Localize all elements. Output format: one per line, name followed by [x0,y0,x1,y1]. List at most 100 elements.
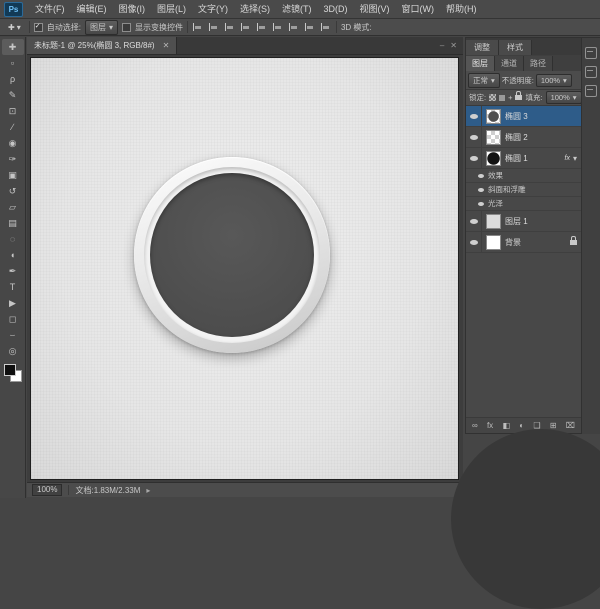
menu-type[interactable]: 文字(Y) [192,0,234,18]
blend-mode-dropdown[interactable]: 正常 ▾ [468,73,500,88]
layer-thumbnail[interactable] [486,235,501,250]
layer-style-icon[interactable]: fx [487,421,493,430]
move-tool[interactable]: ✚ [2,39,24,55]
lock-position-icon[interactable]: + [508,93,512,102]
align-vertical-centers-icon[interactable] [209,22,219,32]
menu-file[interactable]: 文件(F) [29,0,71,18]
tab-channels[interactable]: 通道 [495,56,524,71]
gradient-tool[interactable]: ▤ [2,215,24,231]
lock-all-icon[interactable] [515,95,522,100]
close-icon[interactable]: ✕ [163,41,170,50]
layer-thumbnail[interactable] [486,214,501,229]
layer-thumbnail[interactable] [486,130,501,145]
align-left-edges-icon[interactable] [241,22,251,32]
collapse-effects-icon[interactable]: ▾ [573,154,577,163]
pen-tool[interactable]: ✒ [2,263,24,279]
lock-pixels-icon[interactable] [499,95,505,101]
auto-select-label: 自动选择: [47,22,81,33]
layer-thumbnail[interactable] [486,151,501,166]
document-size-info: 文档:1.83M/2.33M [75,485,140,496]
delete-layer-icon[interactable]: ⌧ [566,421,575,430]
menu-window[interactable]: 窗口(W) [396,0,441,18]
menu-help[interactable]: 帮助(H) [440,0,483,18]
layer-row-layer-1[interactable]: 图层 1 [466,211,581,232]
fill-field[interactable]: 100% ▾ [546,91,581,104]
align-bottom-edges-icon[interactable] [225,22,235,32]
visibility-toggle[interactable] [466,169,488,182]
menu-select[interactable]: 选择(S) [234,0,276,18]
layer-row-ellipse-2[interactable]: 椭圆 2 [466,127,581,148]
tool-preset-picker[interactable]: ✚ ▾ [4,23,25,32]
canvas[interactable] [30,57,459,480]
horizontal-type-tool[interactable]: T [2,279,24,295]
align-right-edges-icon[interactable] [273,22,283,32]
zoom-level-field[interactable]: 100% [32,484,62,496]
layer-effects-fx-icon[interactable]: fx [565,155,570,162]
layer-row-ellipse-1[interactable]: 椭圆 1 fx ▾ [466,148,581,169]
spot-healing-brush-tool[interactable]: ◉ [2,135,24,151]
rectangle-shape-tool[interactable]: ◻ [2,311,24,327]
visibility-toggle[interactable] [466,106,482,126]
link-layers-icon[interactable]: ∞ [472,421,478,430]
doc-minimize-icon[interactable]: – [440,41,444,50]
align-horizontal-centers-icon[interactable] [257,22,267,32]
path-selection-tool[interactable]: ▶ [2,295,24,311]
show-transform-checkbox[interactable] [122,23,131,32]
hand-tool[interactable]: ⌣ [2,327,24,343]
menu-filter[interactable]: 滤镜(T) [276,0,318,18]
menu-view[interactable]: 视图(V) [354,0,396,18]
lasso-tool[interactable]: ρ [2,71,24,87]
clone-stamp-tool[interactable]: ▣ [2,167,24,183]
info-panel-icon[interactable] [585,85,597,97]
layer-row-background[interactable]: 背景 [466,232,581,253]
visibility-toggle[interactable] [466,127,482,147]
align-top-edges-icon[interactable] [193,22,203,32]
distribute-top-icon[interactable] [289,22,299,32]
document-tab[interactable]: 未标题-1 @ 25%(椭圆 3, RGB/8#) ✕ [27,37,177,54]
menu-layer[interactable]: 图层(L) [151,0,192,18]
effects-header-row[interactable]: 效果 [466,169,581,183]
opacity-field[interactable]: 100% ▾ [536,74,572,87]
blur-tool[interactable]: ◌ [2,231,24,247]
brush-tool[interactable]: ✑ [2,151,24,167]
visibility-toggle[interactable] [466,232,482,252]
color-swatches[interactable] [2,362,24,384]
opacity-label: 不透明度: [502,75,534,86]
visibility-toggle[interactable] [466,197,488,210]
visibility-toggle[interactable] [466,183,488,196]
distribute-center-icon[interactable] [305,22,315,32]
visibility-toggle[interactable] [466,211,482,231]
zoom-tool[interactable]: ◎ [2,343,24,359]
crop-tool[interactable]: ⊡ [2,103,24,119]
quick-selection-tool[interactable]: ✎ [2,87,24,103]
lock-transparency-icon[interactable] [489,94,496,101]
history-brush-tool[interactable]: ↺ [2,183,24,199]
layer-thumbnail[interactable] [486,109,501,124]
menu-edit[interactable]: 编辑(E) [71,0,113,18]
layer-mask-icon[interactable]: ◧ [502,421,510,430]
corner-dark-circle [451,429,600,609]
effect-row-bevel-emboss[interactable]: 斜面和浮雕 [466,183,581,197]
eyedropper-tool[interactable]: ∕ [2,119,24,135]
doc-close-icon[interactable]: ✕ [450,41,457,50]
auto-select-target-dropdown[interactable]: 图层 ▾ [85,20,118,35]
tab-layers[interactable]: 图层 [466,56,495,71]
distribute-bottom-icon[interactable] [321,22,331,32]
layer-row-ellipse-3[interactable]: 椭圆 3 [466,106,581,127]
dodge-tool[interactable]: ◖ [2,247,24,263]
properties-panel-icon[interactable] [585,66,597,78]
tab-paths[interactable]: 路径 [524,56,553,71]
effect-row-satin[interactable]: 光泽 [466,197,581,211]
history-panel-icon[interactable] [585,47,597,59]
rectangular-marquee-tool[interactable]: ▫ [2,55,24,71]
foreground-color-swatch[interactable] [4,364,16,376]
adjustment-layer-icon[interactable]: ◐ [519,421,524,430]
visibility-toggle[interactable] [466,148,482,168]
auto-select-checkbox[interactable] [34,23,43,32]
tab-adjustments[interactable]: 调整 [466,40,499,55]
eraser-tool[interactable]: ▱ [2,199,24,215]
menu-image[interactable]: 图像(I) [113,0,152,18]
menu-3d[interactable]: 3D(D) [318,0,354,18]
status-options-arrow-icon[interactable]: ▸ [146,486,150,495]
tab-styles[interactable]: 样式 [499,40,532,55]
